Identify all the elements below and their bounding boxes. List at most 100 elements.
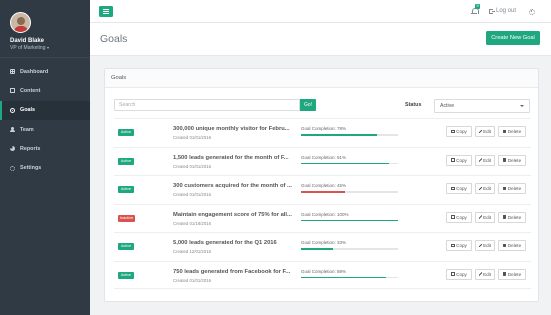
sidebar-item-reports[interactable]: Reports (0, 139, 90, 158)
search-input[interactable] (114, 99, 300, 111)
trash-icon (502, 272, 507, 276)
page-title: Goals (100, 33, 128, 45)
edit-label: Edit (483, 129, 491, 134)
copy-icon (451, 186, 455, 191)
user-profile: David Blake VP of Marketing (0, 0, 90, 58)
goal-progress-fill (301, 134, 377, 136)
delete-label: Delete (507, 271, 522, 277)
status-filter-label: Status (405, 102, 422, 108)
delete-label: Delete (507, 129, 522, 134)
goal-title[interactable]: 5,000 leads generated for the Q1 2016 (173, 240, 295, 246)
reports-icon (10, 146, 15, 152)
user-name: David Blake (10, 38, 45, 44)
avatar[interactable] (10, 12, 31, 33)
pencil-icon (479, 186, 482, 191)
goal-title[interactable]: 300 customers acquired for the month of … (173, 183, 295, 189)
user-role-dropdown[interactable]: VP of Marketing (10, 45, 90, 51)
sidebar-item-dashboard[interactable]: Dashboard (0, 62, 90, 81)
menu-toggle-button[interactable] (99, 6, 113, 17)
goal-progress-fill (301, 219, 398, 222)
settings-icon (10, 165, 15, 171)
trash-icon (502, 129, 507, 134)
status-select[interactable]: Active (434, 99, 530, 113)
gear-icon[interactable] (529, 8, 535, 15)
delete-button[interactable]: Delete (498, 268, 526, 280)
goal-progress-bar (301, 219, 398, 222)
goal-progress-fill (301, 248, 333, 250)
delete-button[interactable]: Delete (498, 183, 526, 194)
copy-button[interactable]: Copy (446, 268, 472, 280)
pencil-icon (479, 272, 482, 276)
copy-button[interactable]: Copy (446, 240, 472, 251)
goal-progress-bar (301, 276, 398, 279)
delete-label: Delete (507, 157, 522, 163)
goal-row: Active 300 customers acquired for the mo… (114, 175, 531, 204)
status-badge: Active (118, 157, 134, 165)
content-icon (10, 88, 15, 94)
goal-progress-bar (301, 162, 398, 165)
goal-row: Active 5,000 leads generated for the Q1 … (114, 232, 531, 261)
sidebar-item-goals[interactable]: Goals (0, 100, 90, 120)
copy-icon (451, 272, 455, 276)
team-icon (10, 127, 15, 133)
logout-label: Log out (496, 8, 517, 14)
trash-icon (502, 215, 507, 219)
edit-button[interactable]: Edit (475, 183, 495, 194)
pencil-icon (479, 158, 482, 162)
goal-completion-label: Goal Completion: 88% (301, 268, 347, 274)
status-badge: Active (118, 243, 134, 250)
sidebar-item-label: Settings (20, 165, 42, 172)
copy-icon (451, 129, 455, 134)
edit-button[interactable]: Edit (475, 211, 495, 223)
pencil-icon (479, 129, 482, 134)
sidebar-item-settings[interactable]: Settings (0, 158, 90, 177)
goal-progress-fill (301, 276, 387, 279)
goal-title[interactable]: 750 leads generated from Facebook for F.… (173, 269, 295, 275)
copy-label: Copy (456, 214, 467, 220)
edit-button[interactable]: Edit (475, 268, 495, 280)
copy-icon (451, 243, 455, 248)
edit-label: Edit (483, 243, 491, 248)
menu-icon (103, 9, 109, 10)
goal-title[interactable]: 300,000 unique monthly visitor for Febru… (173, 126, 295, 132)
trash-icon (502, 158, 507, 162)
goal-completion-label: Goal Completion: 45% (301, 183, 347, 188)
edit-button[interactable]: Edit (475, 240, 495, 251)
sidebar-item-team[interactable]: Team (0, 120, 90, 139)
notification-badge: 9 (475, 4, 480, 9)
search-go-button[interactable]: Go! (300, 99, 316, 111)
trash-icon (502, 243, 507, 248)
sidebar-item-content[interactable]: Content (0, 81, 90, 100)
edit-button[interactable]: Edit (475, 126, 495, 137)
copy-button[interactable]: Copy (446, 183, 472, 194)
delete-label: Delete (507, 214, 522, 220)
delete-button[interactable]: Delete (498, 154, 526, 166)
logout-link[interactable]: Log out (489, 8, 516, 14)
goal-row: Active 750 leads generated from Facebook… (114, 260, 531, 289)
copy-button[interactable]: Copy (446, 126, 472, 137)
delete-button[interactable]: Delete (498, 211, 526, 223)
edit-label: Edit (483, 214, 491, 220)
goal-created-date: Created 01/18/2016 (173, 220, 211, 226)
goal-created-date: Created 01/01/2016 (173, 135, 211, 140)
goals-icon (10, 107, 15, 113)
edit-label: Edit (483, 157, 491, 163)
delete-button[interactable]: Delete (498, 240, 526, 251)
sidebar-item-label: Dashboard (20, 68, 49, 75)
goal-title[interactable]: 1,500 leads generated for the month of F… (173, 155, 295, 161)
delete-button[interactable]: Delete (498, 126, 526, 137)
user-role: VP of Marketing (10, 45, 46, 51)
goal-created-date: Created 01/01/2016 (173, 192, 211, 197)
create-goal-button[interactable]: Create New Goal (486, 31, 540, 45)
bell-icon[interactable] (471, 8, 479, 15)
copy-icon (451, 215, 455, 219)
goal-title[interactable]: Maintain engagement score of 75% for all… (173, 212, 295, 218)
menu-icon-line (103, 13, 109, 14)
copy-button[interactable]: Copy (446, 211, 472, 223)
copy-button[interactable]: Copy (446, 154, 472, 166)
sidebar-item-label: Team (20, 126, 34, 133)
edit-button[interactable]: Edit (475, 154, 495, 166)
goal-completion-label: Goal Completion: 33% (301, 240, 347, 245)
pencil-icon (479, 215, 482, 219)
sidebar-item-label: Content (20, 87, 41, 94)
